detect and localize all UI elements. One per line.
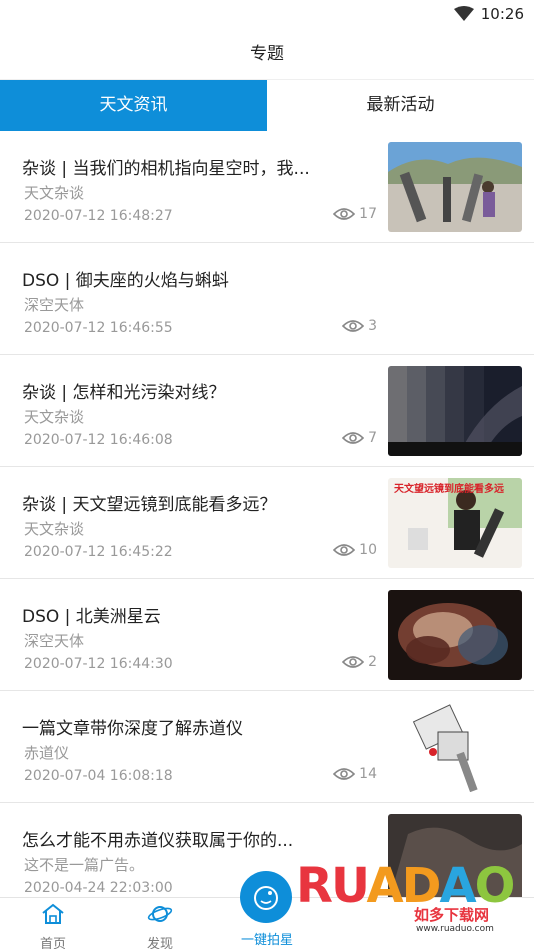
- eye-icon: [333, 208, 356, 220]
- view-count-value: 14: [359, 766, 377, 782]
- article-title: DSO | 北美洲星云: [22, 607, 161, 627]
- thumbnail-overlay-text: 天文望远镜到底能看多远: [394, 482, 504, 495]
- clock: 10:26: [480, 5, 524, 23]
- article-category: 赤道仪: [24, 744, 70, 762]
- home-icon: [42, 903, 64, 924]
- article-date: 2020-07-12 16:45:22: [24, 544, 173, 560]
- list-item[interactable]: 杂谈 | 当我们的相机指向星空时，我... 天文杂谈 2020-07-12 16…: [0, 131, 534, 243]
- article-category: 天文杂谈: [24, 184, 85, 202]
- article-thumbnail: [388, 702, 522, 792]
- planet-icon: [147, 906, 173, 922]
- article-thumbnail: [388, 366, 522, 456]
- page-title: 专题: [0, 30, 534, 80]
- eye-icon: [342, 656, 365, 668]
- article-date: 2020-07-12 16:46:55: [24, 320, 173, 336]
- list-item[interactable]: 杂谈 | 怎样和光污染对线？ 天文杂谈 2020-07-12 16:46:08 …: [0, 355, 534, 467]
- list-item[interactable]: 一篇文章带你深度了解赤道仪 赤道仪 2020-07-04 16:08:18 14: [0, 691, 534, 803]
- view-count-value: 17: [359, 206, 377, 222]
- article-title: 杂谈 | 当我们的相机指向星空时，我...: [22, 159, 310, 179]
- article-date: 2020-07-12 16:44:30: [24, 656, 173, 672]
- view-count: 14: [333, 766, 377, 782]
- article-title: 杂谈 | 怎样和光污染对线？: [22, 383, 226, 403]
- list-item[interactable]: 杂谈 | 天文望远镜到底能看多远？ 天文杂谈 2020-07-12 16:45:…: [0, 467, 534, 579]
- wifi-icon: [454, 6, 474, 21]
- article-date: 2020-07-12 16:46:08: [24, 432, 173, 448]
- eye-icon: [333, 544, 356, 556]
- article-thumbnail: [388, 142, 522, 232]
- view-count: 10: [333, 542, 377, 558]
- watermark-url: www.ruaduo.com: [416, 924, 494, 934]
- nav-home[interactable]: 首页: [18, 902, 88, 949]
- article-title: 一篇文章带你深度了解赤道仪: [22, 719, 243, 739]
- article-thumbnail: [388, 590, 522, 680]
- view-count: 7: [342, 430, 377, 446]
- list-item[interactable]: DSO | 北美洲星云 深空天体 2020-07-12 16:44:30 2: [0, 579, 534, 691]
- nav-home-label: 首页: [39, 937, 66, 949]
- view-count: 17: [333, 206, 377, 222]
- article-category: 这不是一篇广告。: [24, 856, 145, 874]
- article-title: DSO | 御夫座的火焰与蝌蚪: [22, 271, 229, 291]
- view-count-value: 7: [368, 430, 377, 446]
- status-bar: 10:26: [0, 0, 534, 30]
- article-title: 怎么才能不用赤道仪获取属于你的...: [22, 831, 294, 851]
- tab-latest-events[interactable]: 最新活动: [267, 80, 534, 131]
- article-thumbnail: 天文望远镜到底能看多远: [388, 478, 522, 568]
- eye-icon: [333, 768, 356, 780]
- article-category: 深空天体: [24, 632, 85, 650]
- list-item[interactable]: DSO | 御夫座的火焰与蝌蚪 深空天体 2020-07-12 16:46:55…: [0, 243, 534, 355]
- article-category: 天文杂谈: [24, 520, 85, 538]
- view-count: 2: [342, 654, 377, 670]
- article-date: 2020-07-04 16:08:18: [24, 768, 173, 784]
- shoot-stars-label: 一键拍星: [240, 933, 293, 948]
- eye-icon: [342, 432, 365, 444]
- eye-icon: [342, 320, 365, 332]
- nav-discover[interactable]: 发现: [125, 902, 195, 949]
- article-date: 2020-04-24 22:03:00: [24, 880, 173, 896]
- nav-discover-label: 发现: [146, 937, 173, 949]
- camera-star-icon: [254, 886, 278, 910]
- article-category: 天文杂谈: [24, 408, 85, 426]
- view-count-value: 2: [368, 654, 377, 670]
- article-date: 2020-07-12 16:48:27: [24, 208, 173, 224]
- article-list: 杂谈 | 当我们的相机指向星空时，我... 天文杂谈 2020-07-12 16…: [0, 131, 534, 915]
- article-title: 杂谈 | 天文望远镜到底能看多远？: [22, 495, 277, 515]
- article-category: 深空天体: [24, 296, 85, 314]
- shoot-stars-button[interactable]: [240, 871, 292, 923]
- tab-bar: 天文资讯 最新活动: [0, 80, 534, 131]
- view-count-value: 3: [368, 318, 377, 334]
- watermark-logo: RUADAO 如多下载网 www.ruaduo.com: [296, 858, 515, 934]
- watermark-name: 如多下载网: [414, 906, 490, 924]
- view-count: 3: [342, 318, 377, 334]
- view-count-value: 10: [359, 542, 377, 558]
- tab-astronomy-news[interactable]: 天文资讯: [0, 80, 267, 131]
